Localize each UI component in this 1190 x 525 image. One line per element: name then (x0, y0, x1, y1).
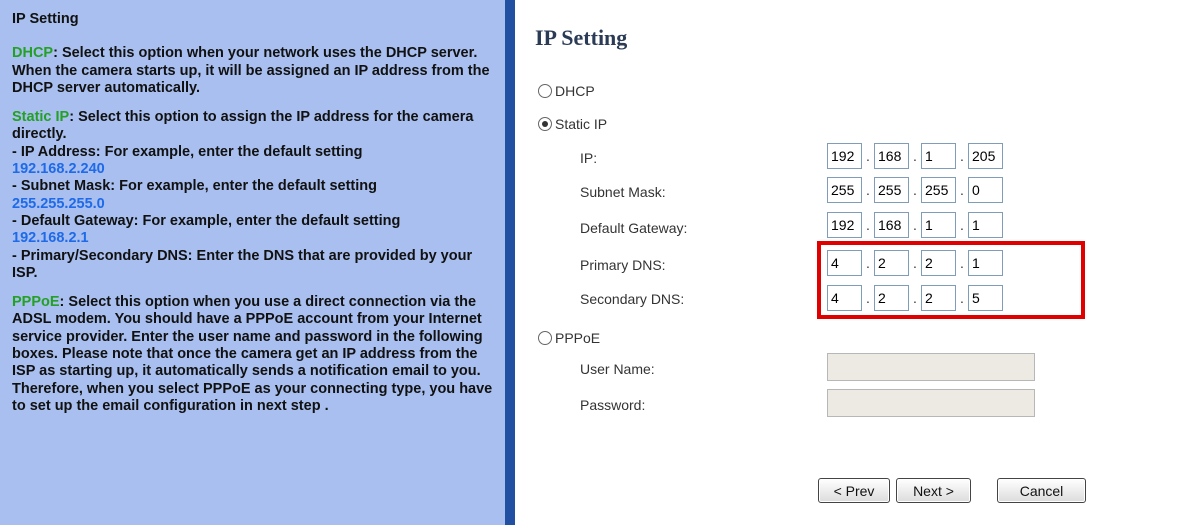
secondary-dns-label: Secondary DNS: (580, 291, 685, 307)
help-pppoe-term: PPPoE (12, 294, 60, 311)
ip-octet-2[interactable] (874, 143, 909, 169)
help-dns-line: - Primary/Secondary DNS: Enter the DNS t… (12, 247, 473, 281)
gateway-octet-2[interactable] (874, 212, 909, 238)
help-dhcp-text: : Select this option when your network u… (12, 45, 490, 96)
subnet-mask-label: Subnet Mask: (580, 184, 666, 200)
panel-divider (505, 0, 515, 525)
pppoe-label: PPPoE (555, 330, 601, 346)
user-name-input[interactable] (827, 353, 1035, 381)
ip-octet-3[interactable] (921, 143, 956, 169)
pppoe-radio[interactable] (538, 331, 552, 345)
help-static-text: : Select this option to assign the IP ad… (12, 109, 474, 143)
password-input[interactable] (827, 389, 1035, 417)
help-gateway-line: - Default Gateway: For example, enter th… (12, 212, 401, 229)
user-name-label: User Name: (580, 361, 655, 377)
help-panel: IP Setting DHCP: Select this option when… (0, 0, 505, 525)
form-title: IP Setting (535, 25, 628, 50)
static-ip-option[interactable]: Static IP (538, 116, 607, 132)
mask-octet-4[interactable] (968, 177, 1003, 203)
static-ip-label: Static IP (555, 116, 608, 132)
gateway-octet-1[interactable] (827, 212, 862, 238)
help-dhcp-term: DHCP (12, 45, 54, 62)
mask-octet-1[interactable] (827, 177, 862, 203)
mask-octet-2[interactable] (874, 177, 909, 203)
help-dhcp: DHCP: Select this option when your netwo… (12, 45, 493, 97)
help-pppoe-text: : Select this option when you use a dire… (12, 294, 493, 414)
dhcp-option[interactable]: DHCP (538, 83, 595, 99)
help-title: IP Setting (12, 11, 79, 27)
dhcp-radio[interactable] (538, 84, 552, 98)
pppoe-option[interactable]: PPPoE (538, 330, 600, 346)
help-gateway-example: 192.168.2.1 (12, 230, 89, 247)
default-gateway-fields: . . . (827, 212, 1003, 238)
ip-label: IP: (580, 150, 598, 166)
dns-highlight-box (817, 241, 1085, 319)
prev-button[interactable]: < Prev (818, 478, 890, 503)
ip-setting-form: IP Setting DHCP Static IP IP: . . . Subn… (515, 0, 1190, 525)
password-label: Password: (580, 397, 646, 413)
primary-dns-label: Primary DNS: (580, 257, 666, 273)
dhcp-label: DHCP (555, 83, 595, 99)
help-ip-example: 192.168.2.240 (12, 161, 105, 178)
default-gateway-label: Default Gateway: (580, 220, 688, 236)
help-ip-line: - IP Address: For example, enter the def… (12, 143, 363, 160)
cancel-button[interactable]: Cancel (997, 478, 1086, 503)
static-ip-radio[interactable] (538, 117, 552, 131)
ip-octet-4[interactable] (968, 143, 1003, 169)
help-mask-line: - Subnet Mask: For example, enter the de… (12, 178, 377, 195)
gateway-octet-4[interactable] (968, 212, 1003, 238)
gateway-octet-3[interactable] (921, 212, 956, 238)
help-mask-example: 255.255.255.0 (12, 195, 105, 212)
help-static: Static IP: Select this option to assign … (12, 109, 493, 282)
next-button[interactable]: Next > (896, 478, 971, 503)
ip-octet-1[interactable] (827, 143, 862, 169)
help-static-term: Static IP (12, 109, 70, 126)
subnet-mask-fields: . . . (827, 177, 1003, 203)
help-pppoe: PPPoE: Select this option when you use a… (12, 294, 493, 415)
ip-address-fields: . . . (827, 143, 1003, 169)
mask-octet-3[interactable] (921, 177, 956, 203)
